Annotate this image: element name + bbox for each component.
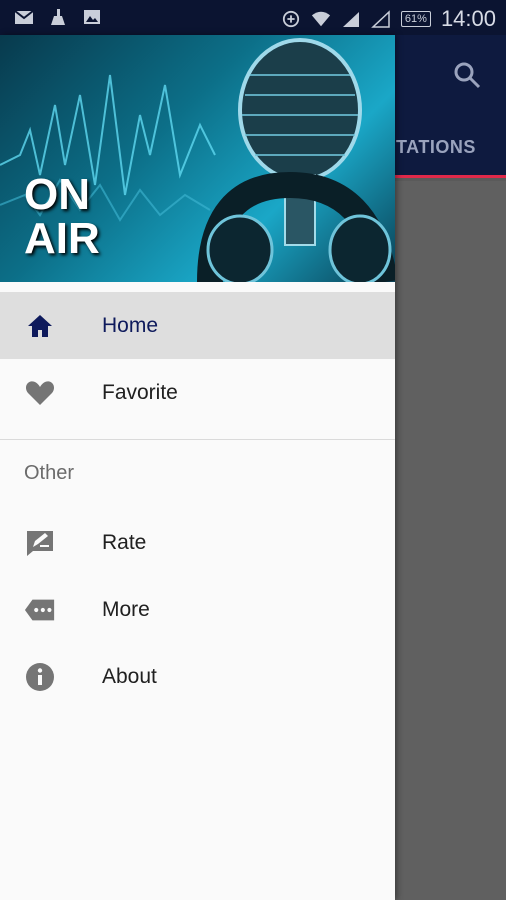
drawer-header-image: ON AIR (0, 35, 395, 282)
drawer-item-label: More (102, 597, 150, 621)
drawer-item-label: Home (102, 313, 159, 337)
heart-icon (24, 377, 56, 409)
drawer-item-more[interactable]: More (0, 576, 395, 643)
section-title-other: Other (24, 462, 75, 484)
rate-feedback-icon (24, 527, 56, 559)
image-icon (84, 10, 100, 24)
data-saver-icon (282, 10, 300, 28)
signal-icon (342, 12, 359, 27)
drawer-item-label: About (102, 664, 157, 688)
cleaner-icon (51, 9, 65, 25)
search-icon[interactable] (452, 60, 482, 90)
on-air-line1: ON (24, 170, 90, 219)
status-bar: 61% 14:00 (0, 0, 506, 35)
signal-no-sim-icon (371, 10, 390, 28)
drawer-item-label: Favorite (102, 380, 178, 404)
drawer-item-label: Rate (102, 530, 147, 554)
drawer-item-favorite[interactable]: Favorite (0, 359, 395, 426)
tab-stations[interactable]: TATIONS (396, 137, 476, 158)
wifi-icon (311, 11, 330, 27)
battery-indicator: 61% (400, 11, 431, 27)
more-tag-icon (24, 594, 56, 626)
drawer-divider (0, 439, 395, 440)
status-clock: 14:00 (440, 6, 496, 31)
drawer-item-about[interactable]: About (0, 643, 395, 710)
mail-icon (14, 10, 34, 24)
drawer-item-home[interactable]: Home (0, 292, 395, 359)
navigation-drawer: ON AIR Home Favorite Other Rate More Abo… (0, 35, 395, 900)
info-icon (24, 661, 56, 693)
home-icon (24, 310, 56, 342)
drawer-item-rate[interactable]: Rate (0, 509, 395, 576)
on-air-logo-text: ON AIR (24, 173, 100, 261)
on-air-line2: AIR (24, 214, 100, 263)
